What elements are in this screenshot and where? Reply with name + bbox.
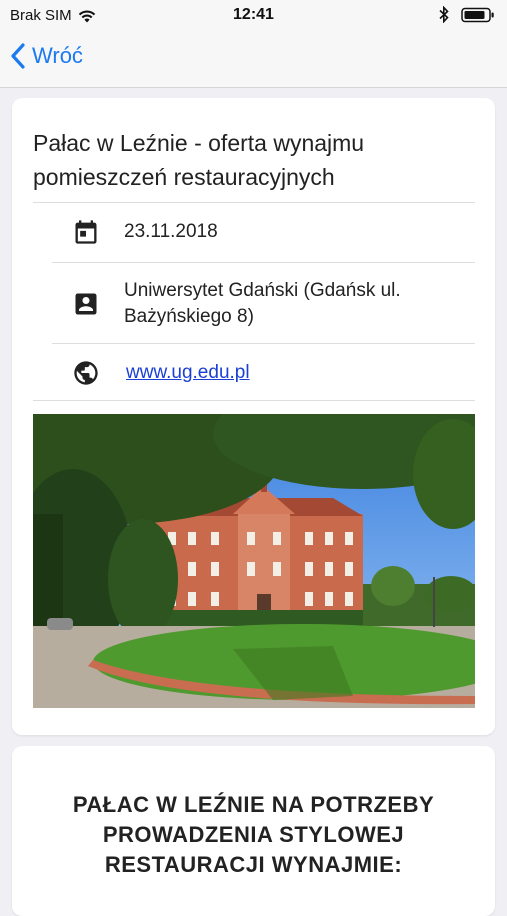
back-label: Wróć [32, 43, 83, 68]
website-link[interactable]: www.ug.edu.pl [126, 362, 250, 383]
divider [33, 202, 475, 203]
website-link-row: www.ug.edu.pl [126, 360, 476, 386]
description-card: PAŁAC W LEŹNIE NA POTRZEBY PROWADZENIA S… [12, 746, 495, 916]
description-heading: PAŁAC W LEŹNIE NA POTRZEBY PROWADZENIA S… [72, 792, 435, 877]
divider [33, 400, 475, 401]
status-bar: Brak SIM 12:41 [0, 0, 507, 32]
back-button[interactable]: Wróć [10, 42, 83, 70]
event-date: 23.11.2018 [124, 221, 218, 242]
palace-photo [33, 414, 475, 708]
divider [52, 343, 475, 344]
navigation-bar: Wróć [0, 32, 507, 88]
event-organizer: Uniwersytet Gdański (Gdańsk ul. Bażyński… [124, 280, 401, 327]
event-card: Pałac w Leźnie - oferta wynajmu pomieszc… [12, 98, 495, 735]
calendar-icon [75, 220, 97, 244]
chevron-left-icon [11, 43, 25, 69]
battery-icon [461, 7, 494, 22]
globe-icon [74, 361, 98, 385]
bluetooth-icon [439, 6, 449, 23]
divider [52, 262, 475, 263]
contact-card-icon [75, 293, 97, 315]
clock: 12:41 [233, 6, 274, 23]
event-title: Pałac w Leźnie - oferta wynajmu pomieszc… [33, 130, 365, 190]
